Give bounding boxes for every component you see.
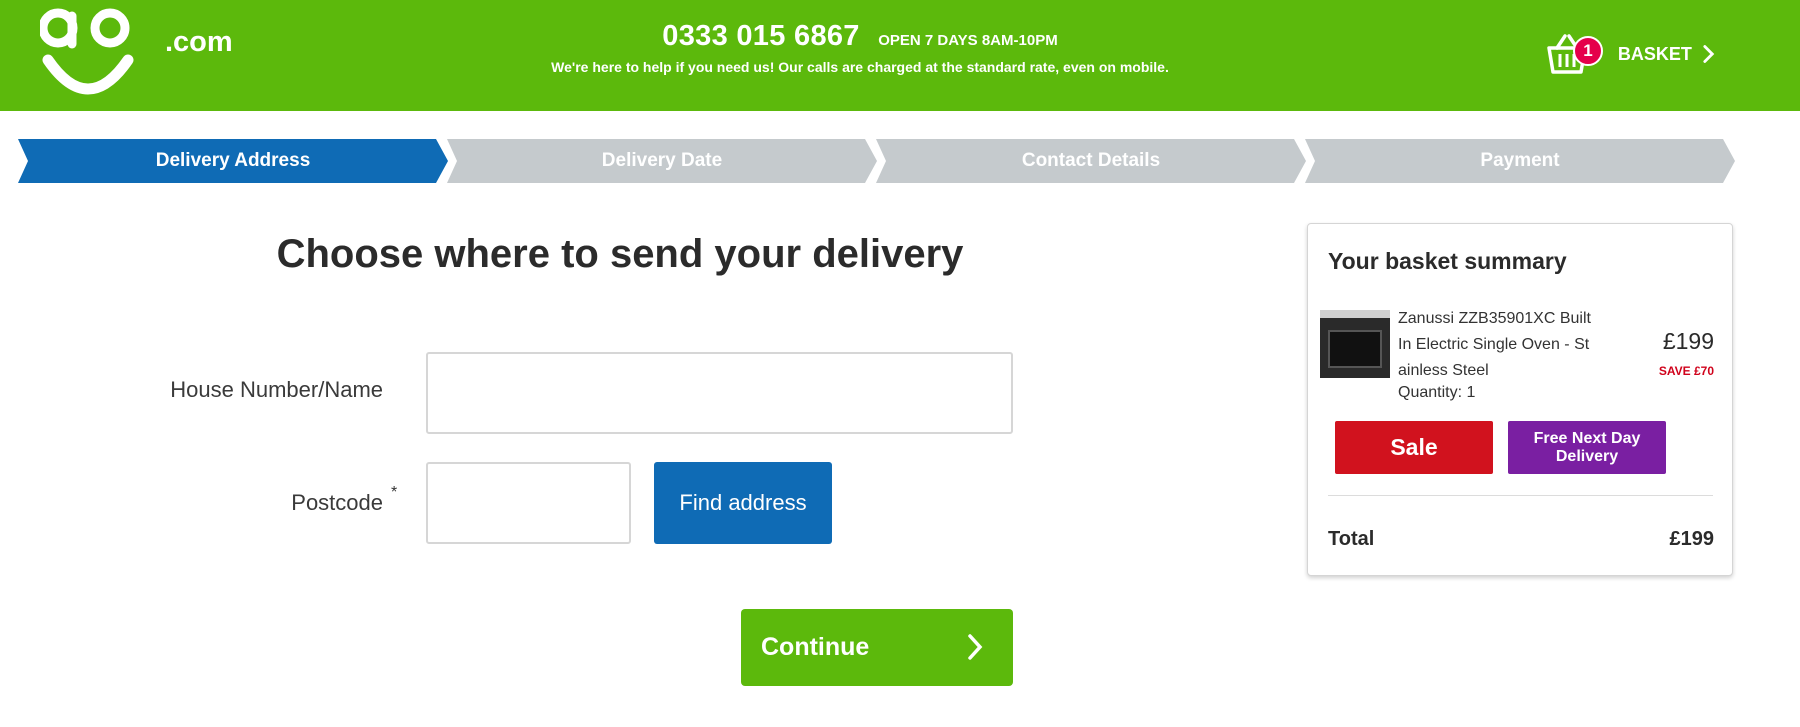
house-number-label: House Number/Name <box>170 377 383 402</box>
sale-badge: Sale <box>1335 421 1493 474</box>
house-number-input[interactable] <box>426 352 1013 434</box>
postcode-input[interactable] <box>426 462 631 544</box>
basket-label: BASKET <box>1617 43 1692 64</box>
basket-summary-panel: Your basket summary Zanussi ZZB35901XC B… <box>1307 223 1733 576</box>
total-label: Total <box>1328 528 1375 550</box>
phone-number[interactable]: 0333 015 6867 <box>662 20 859 52</box>
oven-product-image[interactable] <box>1320 310 1390 378</box>
site-header: .com 0333 015 6867 OPEN 7 DAYS 8AM-10PM … <box>0 0 1800 111</box>
page-title: Choose where to send your delivery <box>276 232 964 276</box>
basket-summary-title: Your basket summary <box>1328 248 1567 274</box>
logo-dotcom-text: .com <box>165 26 233 58</box>
required-marker: * <box>391 484 398 501</box>
total-value: £199 <box>1669 528 1715 550</box>
call-charge-notice: We're here to help if you need us! Our c… <box>551 59 1169 75</box>
contact-info: 0333 015 6867 OPEN 7 DAYS 8AM-10PM We're… <box>480 20 1240 75</box>
continue-label: Continue <box>761 633 870 661</box>
continue-button[interactable]: Continue <box>741 609 1013 686</box>
product-price: £199 <box>1662 328 1714 354</box>
product-saving: SAVE £70 <box>1658 364 1714 378</box>
product-quantity: Quantity: 1 <box>1398 384 1476 401</box>
summary-divider <box>1328 495 1713 496</box>
chevron-right-icon <box>968 634 983 660</box>
step-contact-details[interactable]: Contact Details <box>876 139 1306 183</box>
checkout-progress-steps: Delivery Address Delivery Date Contact D… <box>18 139 1736 183</box>
step-delivery-address[interactable]: Delivery Address <box>18 139 448 183</box>
basket-link[interactable]: 1 BASKET <box>1545 30 1715 78</box>
ao-logo[interactable]: .com <box>38 8 233 98</box>
free-delivery-badge: Free Next Day Delivery <box>1508 421 1666 474</box>
basket-count-badge: 1 <box>1573 36 1603 66</box>
postcode-label: Postcode <box>291 490 383 515</box>
chevron-right-icon <box>1703 45 1715 63</box>
product-name[interactable]: Zanussi ZZB35901XC Built In Electric Sin… <box>1398 306 1608 384</box>
opening-hours: OPEN 7 DAYS 8AM-10PM <box>878 32 1058 49</box>
find-address-button[interactable]: Find address <box>654 462 832 544</box>
basket-icon: 1 <box>1545 32 1603 76</box>
step-payment[interactable]: Payment <box>1305 139 1735 183</box>
step-delivery-date[interactable]: Delivery Date <box>447 139 877 183</box>
ao-smile-icon <box>38 8 134 95</box>
